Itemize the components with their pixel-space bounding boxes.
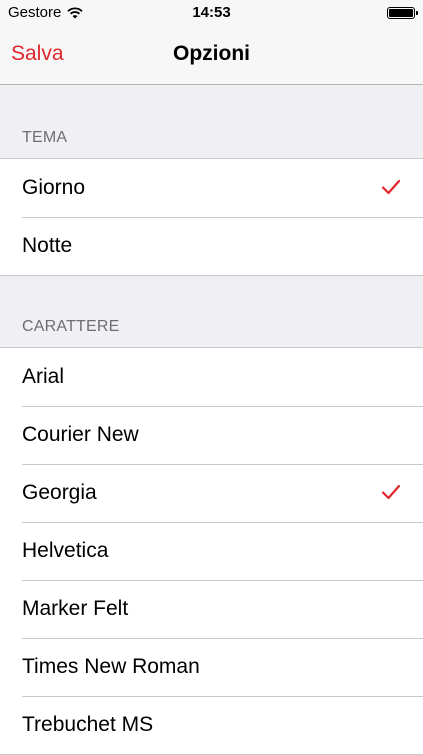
option-label: Helvetica xyxy=(22,539,109,562)
option-row-times-new-roman[interactable]: Times New Roman xyxy=(0,638,423,696)
page-title: Opzioni xyxy=(173,42,250,65)
option-label: Marker Felt xyxy=(22,597,129,620)
tema-group: Giorno Notte xyxy=(0,158,423,276)
checkmark-icon xyxy=(381,179,401,195)
option-label: Trebuchet MS xyxy=(22,713,154,736)
option-row-notte[interactable]: Notte xyxy=(0,217,423,275)
option-row-helvetica[interactable]: Helvetica xyxy=(0,522,423,580)
section-header-tema: TEMA xyxy=(22,129,68,146)
battery-icon xyxy=(387,7,418,19)
status-bar: Gestore 14:53 xyxy=(0,0,423,27)
option-row-trebuchet-ms[interactable]: Trebuchet MS xyxy=(0,696,423,754)
battery-fill xyxy=(389,9,413,17)
option-row-marker-felt[interactable]: Marker Felt xyxy=(0,580,423,638)
option-row-arial[interactable]: Arial xyxy=(0,348,423,406)
navigation-bar: Salva Opzioni xyxy=(0,27,423,85)
option-row-courier-new[interactable]: Courier New xyxy=(0,406,423,464)
checkmark-icon xyxy=(381,484,401,500)
battery-tip xyxy=(416,11,418,15)
option-row-georgia[interactable]: Georgia xyxy=(0,464,423,522)
option-label: Arial xyxy=(22,365,65,388)
option-label: Georgia xyxy=(22,481,97,504)
section-header-carattere: CARATTERE xyxy=(22,318,120,335)
option-label: Notte xyxy=(22,234,73,257)
status-time: 14:53 xyxy=(192,4,231,21)
option-label: Times New Roman xyxy=(22,655,200,678)
carattere-group: Arial Courier New Georgia Helvetica Marker F… xyxy=(0,347,423,755)
option-row-giorno[interactable]: Giorno xyxy=(0,159,423,217)
option-label: Courier New xyxy=(22,423,139,446)
option-label: Giorno xyxy=(22,176,86,199)
